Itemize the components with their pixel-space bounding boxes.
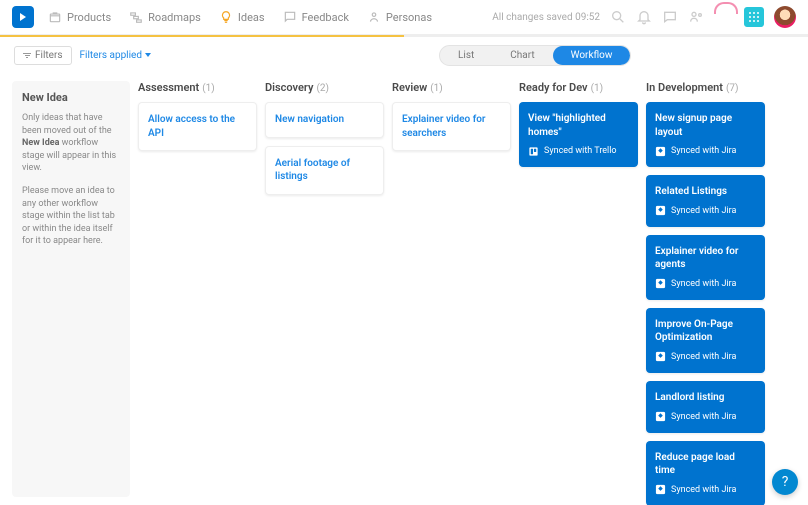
nav-products[interactable]: Products [48, 10, 111, 24]
view-list[interactable]: List [440, 46, 492, 65]
column-title: Discovery [265, 81, 313, 94]
column-count: (1) [202, 83, 215, 94]
sync-line: Synced with Jira [655, 278, 756, 290]
column-title: In Development [646, 81, 723, 94]
nav-right: All changes saved 09:52 [492, 6, 796, 28]
column-discovery: Discovery (2) New navigation Aerial foot… [265, 81, 384, 497]
bulb-icon [219, 10, 233, 24]
column-in-development: In Development (7) New signup page layou… [646, 81, 765, 497]
apps-icon[interactable] [744, 7, 764, 27]
idea-card[interactable]: Related Listings Synced with Jira [646, 175, 765, 227]
filters-button[interactable]: Filters [14, 46, 72, 65]
intro-paragraph-1: Only ideas that have been moved out of t… [22, 112, 120, 175]
column-title: Review [392, 81, 427, 94]
idea-card[interactable]: Aerial footage of listings [265, 146, 384, 195]
nav-personas[interactable]: Personas [367, 10, 432, 24]
column-count: (1) [430, 83, 443, 94]
view-chart[interactable]: Chart [492, 46, 552, 65]
filters-applied[interactable]: Filters applied [80, 50, 151, 61]
column-count: (7) [726, 83, 739, 94]
filters-button-label: Filters [35, 50, 63, 61]
message-icon[interactable] [662, 9, 678, 25]
column-ready-for-dev: Ready for Dev (1) View "highlighted home… [519, 81, 638, 497]
idea-card[interactable]: Improve On-Page Optimization Synced with… [646, 308, 765, 373]
idea-card[interactable]: Landlord listing Synced with Jira [646, 381, 765, 433]
user-avatar[interactable] [774, 6, 796, 28]
help-button[interactable]: ? [772, 469, 798, 495]
nav-feedback[interactable]: Feedback [283, 10, 349, 24]
idea-card[interactable]: New signup page layout Synced with Jira [646, 102, 765, 167]
jira-icon [655, 205, 666, 216]
nav-label: Personas [386, 11, 432, 24]
trello-icon [528, 146, 539, 157]
save-status: All changes saved 09:52 [492, 12, 600, 23]
intro-column: New Idea Only ideas that have been moved… [12, 81, 130, 497]
intro-paragraph-2: Please move an idea to any other workflo… [22, 185, 120, 248]
sync-line: Synced with Jira [655, 351, 756, 363]
top-nav: Products Roadmaps Ideas Feedback Persona… [0, 0, 808, 35]
sync-line: Synced with Jira [655, 484, 756, 496]
column-header: Assessment (1) [138, 81, 257, 94]
idea-card[interactable]: View "highlighted homes" Synced with Tre… [519, 102, 638, 167]
column-count: (1) [591, 83, 604, 94]
bell-icon[interactable] [636, 9, 652, 25]
filters-applied-label: Filters applied [80, 50, 142, 61]
column-title: Assessment [138, 81, 199, 94]
column-count: (2) [316, 83, 329, 94]
jira-icon [655, 484, 666, 495]
chevron-down-icon [145, 53, 151, 57]
idea-card[interactable]: New navigation [265, 102, 384, 138]
sync-line: Synced with Jira [655, 205, 756, 217]
filter-icon [23, 53, 31, 58]
sync-line: Synced with Jira [655, 411, 756, 423]
nav-items: Products Roadmaps Ideas Feedback Persona… [48, 10, 432, 24]
help-icon: ? [782, 474, 789, 490]
column-review: Review (1) Explainer video for searchers [392, 81, 511, 497]
view-workflow[interactable]: Workflow [553, 46, 631, 65]
search-icon[interactable] [610, 9, 626, 25]
intro-title: New Idea [22, 91, 120, 104]
jira-icon [655, 411, 666, 422]
jira-icon [655, 146, 666, 157]
idea-card[interactable]: Explainer video for searchers [392, 102, 511, 151]
column-header: Review (1) [392, 81, 511, 94]
column-assessment: Assessment (1) Allow access to the API [138, 81, 257, 497]
column-header: Ready for Dev (1) [519, 81, 638, 94]
nav-label: Products [67, 11, 111, 24]
nav-roadmaps[interactable]: Roadmaps [129, 10, 201, 24]
settings-icon[interactable] [688, 9, 704, 25]
roadmap-icon [129, 10, 143, 24]
nav-label: Roadmaps [148, 11, 201, 24]
nav-label: Ideas [238, 11, 265, 24]
column-title: Ready for Dev [519, 81, 588, 94]
person-icon [367, 10, 381, 24]
column-header: In Development (7) [646, 81, 765, 94]
idea-card[interactable]: Reduce page load time Synced with Jira [646, 441, 765, 505]
sync-line: Synced with Trello [528, 145, 629, 157]
presence-indicator-icon [714, 15, 734, 19]
app-logo-icon[interactable] [12, 6, 34, 28]
view-toggle: List Chart Workflow [439, 45, 631, 66]
nav-label: Feedback [302, 11, 349, 24]
filter-bar: Filters Filters applied List Chart Workf… [0, 37, 808, 73]
box-icon [48, 10, 62, 24]
kanban-board: New Idea Only ideas that have been moved… [0, 73, 808, 505]
column-header: Discovery (2) [265, 81, 384, 94]
jira-icon [655, 351, 666, 362]
nav-ideas[interactable]: Ideas [219, 10, 265, 24]
sync-line: Synced with Jira [655, 145, 756, 157]
idea-card[interactable]: Explainer video for agents Synced with J… [646, 235, 765, 300]
chat-icon [283, 10, 297, 24]
idea-card[interactable]: Allow access to the API [138, 102, 257, 151]
jira-icon [655, 278, 666, 289]
